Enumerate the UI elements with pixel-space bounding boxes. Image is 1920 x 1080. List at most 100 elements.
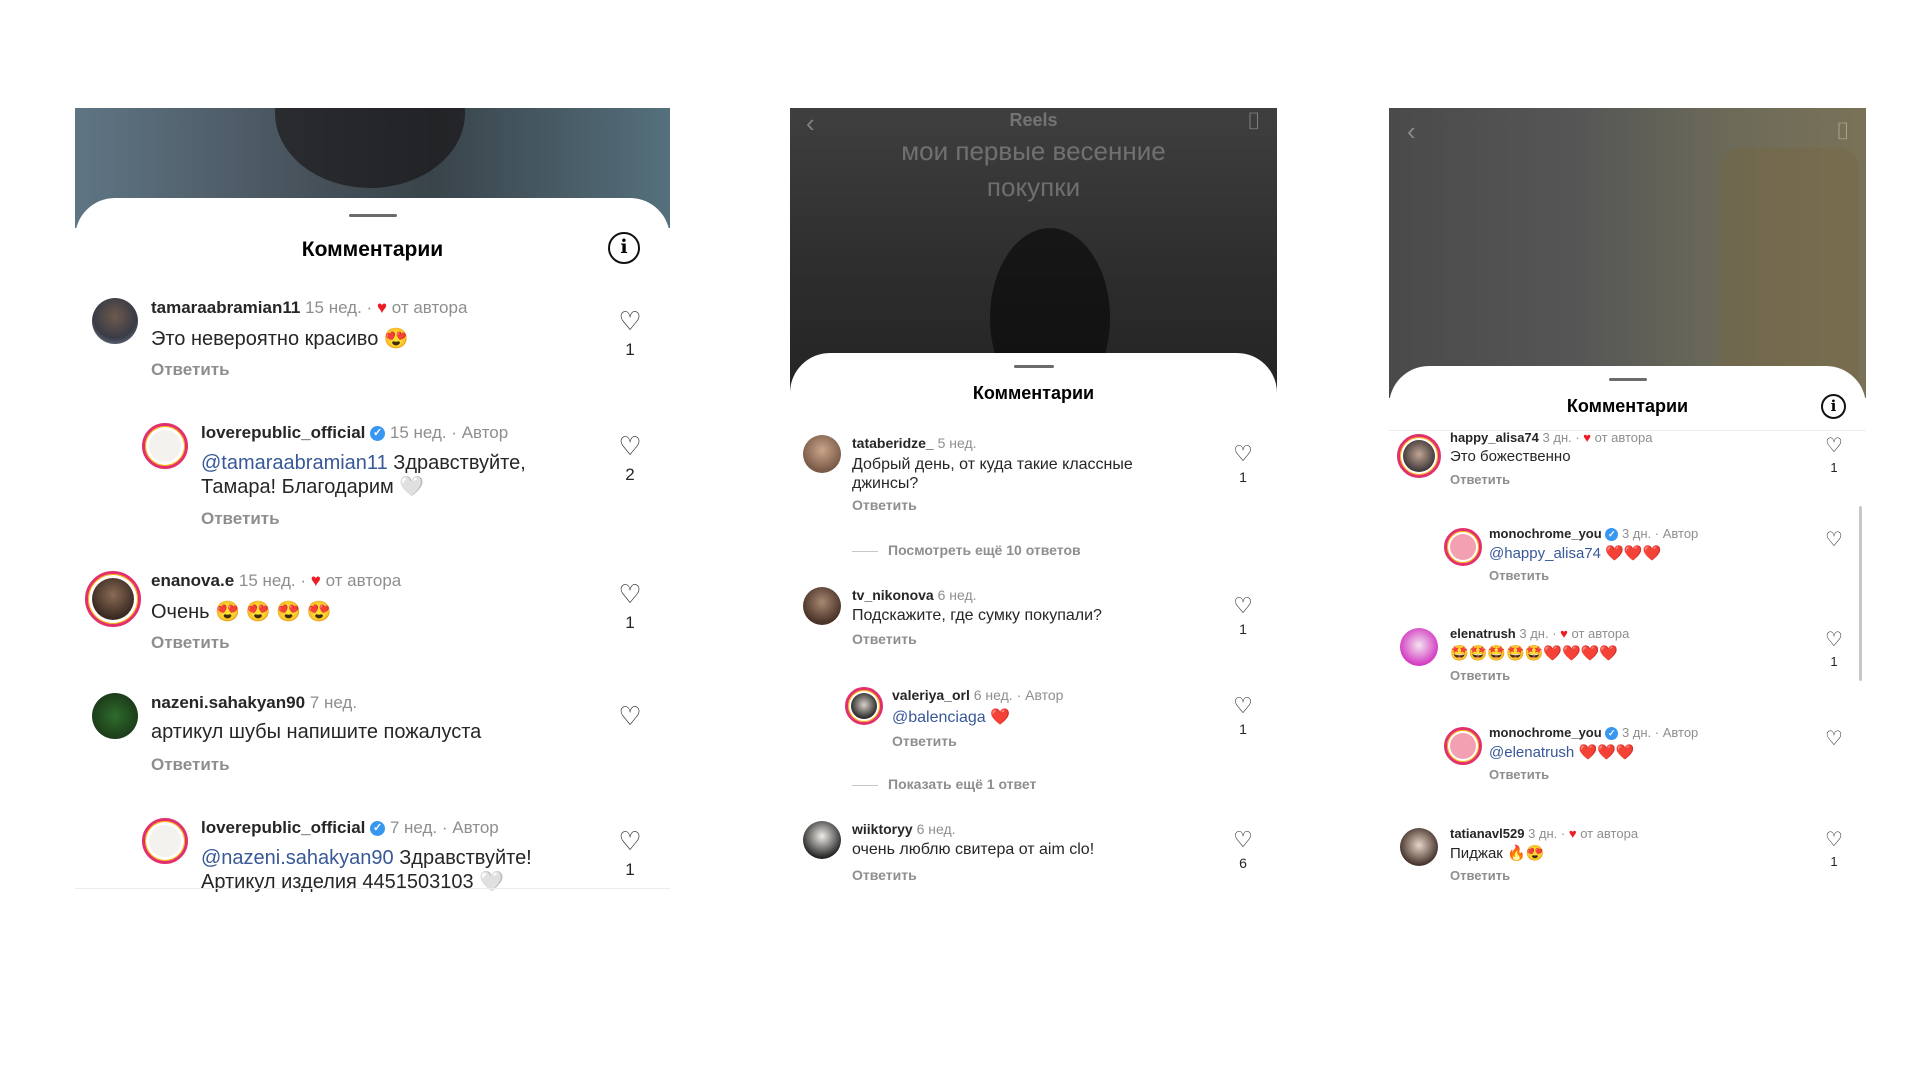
reply-button[interactable]: Ответить (1450, 472, 1510, 487)
reply-button[interactable]: Ответить (852, 497, 917, 513)
username[interactable]: monochrome_you (1489, 526, 1602, 541)
verified-badge-icon: ✓ (370, 426, 386, 442)
reply-button[interactable]: Ответить (1450, 668, 1510, 683)
timestamp: 5 нед. (937, 435, 977, 451)
comment-text: ❤️❤️❤️ (1600, 545, 1662, 562)
chevron-left-icon[interactable]: ‹ (1407, 116, 1416, 147)
verified-badge-icon: ✓ (1605, 727, 1619, 741)
username[interactable]: nazeni.sahakyan90 (151, 693, 305, 712)
like-button[interactable]: ♡ 1 (1228, 693, 1258, 738)
like-button[interactable]: ♡ (613, 703, 647, 729)
username[interactable]: valeriya_orl (892, 687, 970, 703)
username[interactable]: tataberidze_ (852, 435, 934, 451)
timestamp: 3 дн. (1621, 526, 1652, 541)
camera-icon[interactable]: ⌷ (1247, 108, 1261, 136)
mention-link[interactable]: @nazeni.sahakyan90 (201, 847, 394, 869)
reply-button[interactable]: Ответить (1450, 868, 1510, 883)
reply-button[interactable]: Ответить (151, 755, 230, 775)
mention-link[interactable]: @happy_alisa74 (1489, 545, 1601, 562)
like-button[interactable]: ♡ 6 (1228, 829, 1258, 872)
comment-text: ❤️❤️❤️ (1574, 744, 1635, 761)
avatar[interactable] (1400, 628, 1438, 666)
like-count: 1 (1239, 721, 1247, 737)
username[interactable]: tamaraabramian11 (151, 298, 300, 317)
timestamp: 15 нед. (389, 423, 447, 442)
like-button[interactable]: ♡ 1 (613, 581, 647, 633)
like-button[interactable]: ♡ 1 (1228, 443, 1258, 486)
reply-button[interactable]: Ответить (1489, 767, 1549, 782)
timestamp: 15 нед. (238, 571, 296, 590)
like-button[interactable]: ♡ 2 (613, 433, 647, 485)
comment-text: очень люблю свитера от aim clo! (852, 841, 1095, 858)
username[interactable]: enanova.e (151, 571, 234, 590)
like-button[interactable]: ♡ 1 (1228, 595, 1258, 638)
comments-sheet: Комментарии tataberidze_ 5 нед. Добрый д… (790, 353, 1277, 908)
video-caption-line-1: мои первые весенние (901, 136, 1166, 166)
heart-outline-icon: ♡ (1233, 693, 1253, 718)
heart-outline-icon: ♡ (1825, 629, 1843, 651)
info-icon[interactable]: i (1821, 394, 1846, 419)
mention-link[interactable]: @elenatrush (1489, 744, 1574, 761)
avatar[interactable] (142, 818, 188, 864)
author-label: Автор (1662, 526, 1699, 541)
username[interactable]: elenatrush (1450, 626, 1516, 641)
sheet-handle[interactable] (348, 214, 397, 217)
comment-text: артикул шубы напишите пожалуста (151, 721, 482, 743)
like-button[interactable]: ♡ 1 (1820, 830, 1848, 869)
like-button[interactable]: ♡ 1 (1820, 436, 1848, 475)
red-heart-icon: ♥ (310, 571, 321, 590)
reply-button[interactable]: Ответить (852, 867, 917, 883)
sheet-title: Комментарии (1566, 396, 1689, 416)
camera-icon[interactable]: ⌷ (1836, 118, 1850, 146)
show-more-replies[interactable]: Показать ещё 1 ответ (852, 776, 1036, 792)
from-author-label: от автора (1594, 430, 1653, 445)
avatar[interactable] (803, 587, 841, 625)
reply-button[interactable]: Ответить (852, 631, 917, 647)
username[interactable]: happy_alisa74 (1450, 430, 1539, 445)
reply-button[interactable]: Ответить (151, 633, 230, 653)
username[interactable]: loverepublic_official (201, 423, 365, 442)
like-button[interactable]: ♡ 1 (613, 828, 647, 880)
like-button[interactable]: ♡ (1820, 729, 1848, 749)
avatar[interactable] (92, 298, 138, 344)
avatar[interactable] (142, 423, 188, 469)
reply-button[interactable]: Ответить (151, 360, 230, 380)
avatar[interactable] (92, 693, 138, 739)
like-button[interactable]: ♡ 1 (1820, 630, 1848, 669)
username[interactable]: tatianavl529 (1450, 826, 1524, 841)
panel-2: ‹ Reels ⌷ мои первые весенние покупки Ко… (790, 108, 1277, 908)
username[interactable]: loverepublic_official (201, 818, 365, 837)
author-label: Автор (461, 423, 509, 442)
avatar[interactable] (1397, 434, 1441, 478)
timestamp: 6 нед. (916, 821, 956, 837)
username[interactable]: monochrome_you (1489, 725, 1602, 740)
scrollbar[interactable] (1859, 506, 1862, 681)
mention-link[interactable]: @balenciaga (892, 709, 986, 726)
sheet-title: Комментарии (972, 383, 1095, 403)
sheet-handle[interactable] (1013, 365, 1054, 368)
reply-button[interactable]: Ответить (892, 733, 957, 749)
info-icon[interactable]: i (608, 232, 640, 264)
like-button[interactable]: ♡ 1 (613, 308, 647, 360)
username[interactable]: tv_nikonova (852, 587, 934, 603)
username[interactable]: wiiktoryy (852, 821, 913, 837)
reply-button[interactable]: Ответить (1489, 568, 1549, 583)
view-more-replies[interactable]: Посмотреть ещё 10 ответов (852, 542, 1081, 558)
avatar[interactable] (1444, 528, 1482, 566)
reply-button[interactable]: Ответить (201, 509, 280, 529)
heart-outline-icon: ♡ (618, 431, 642, 461)
comment-text: Это невероятно красиво 😍 (151, 328, 409, 350)
avatar[interactable] (1400, 828, 1438, 866)
avatar[interactable] (845, 687, 883, 725)
heart-outline-icon: ♡ (1825, 435, 1843, 457)
avatar[interactable] (1444, 727, 1482, 765)
heart-outline-icon: ♡ (1825, 829, 1843, 851)
avatar[interactable] (85, 571, 141, 627)
heart-outline-icon: ♡ (618, 701, 642, 731)
like-button[interactable]: ♡ (1820, 530, 1848, 550)
sheet-handle[interactable] (1608, 378, 1647, 381)
avatar[interactable] (803, 435, 841, 473)
avatar[interactable] (803, 821, 841, 859)
like-count: 1 (1830, 654, 1838, 669)
mention-link[interactable]: @tamaraabramian11 (201, 452, 388, 474)
